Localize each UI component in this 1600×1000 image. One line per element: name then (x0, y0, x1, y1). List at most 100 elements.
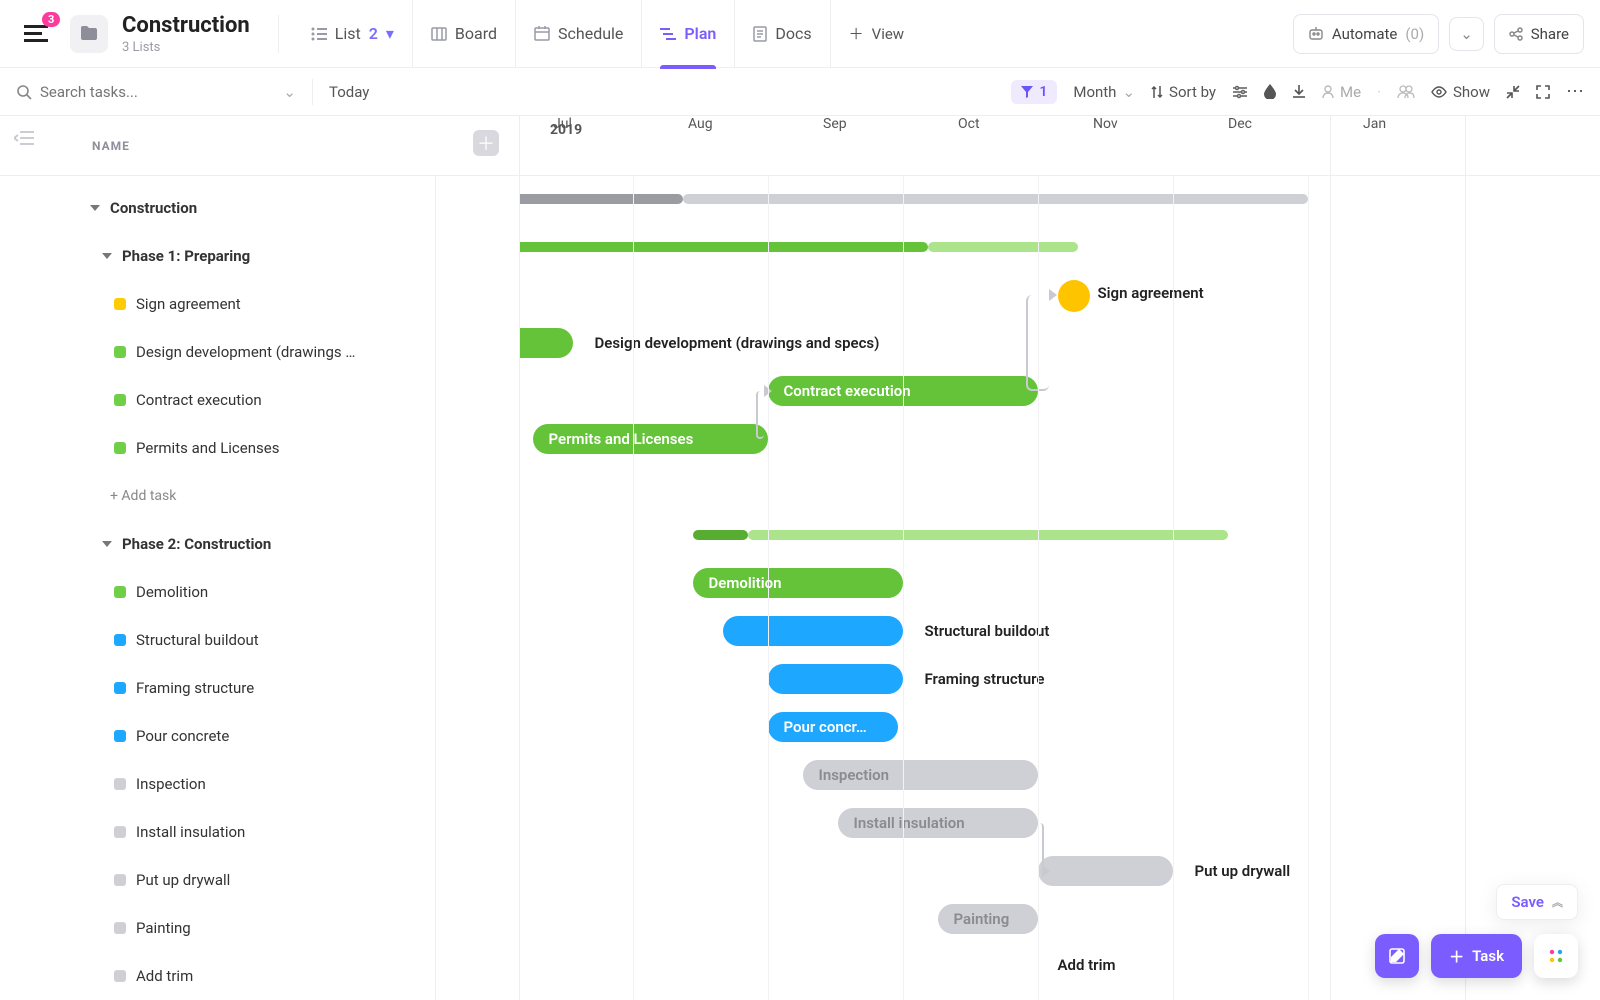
task-bar[interactable]: Painting (938, 904, 1038, 934)
plus-icon: ＋ (1449, 946, 1464, 967)
tab-label: Schedule (558, 24, 623, 43)
status-dot (114, 394, 126, 406)
dependency-line (756, 391, 764, 439)
show-button[interactable]: Show (1431, 83, 1490, 101)
add-column-button[interactable]: ＋ (473, 130, 499, 156)
task-name: Install insulation (136, 823, 245, 841)
sort-label: Sort by (1169, 83, 1216, 101)
task-bar[interactable]: Framing structure (768, 664, 903, 694)
automate-menu[interactable]: ⌄ (1449, 17, 1484, 51)
tab-board[interactable]: Board (413, 0, 516, 68)
task-bar[interactable]: Permits and Licenses (533, 424, 768, 454)
share-icon (1509, 27, 1523, 41)
bar-label: Install insulation (854, 814, 965, 832)
view-tabs: List 2 ▾ Board Schedule Plan Docs ＋ View (293, 0, 922, 68)
status-dot (114, 730, 126, 742)
color-icon[interactable] (1264, 84, 1276, 99)
status-dot (114, 778, 126, 790)
new-task-fab[interactable]: ＋ Task (1431, 934, 1522, 978)
tab-docs[interactable]: Docs (735, 0, 830, 68)
summary-bar[interactable] (520, 194, 683, 204)
summary-bar[interactable] (748, 530, 1228, 540)
task-bar[interactable]: Inspection (803, 760, 1038, 790)
save-pill[interactable]: Save ︽ (1496, 884, 1578, 920)
chevron-down-icon: ▾ (386, 24, 394, 43)
summary-bar[interactable] (520, 242, 928, 252)
search-input[interactable] (40, 83, 275, 101)
sort-button[interactable]: Sort by (1151, 83, 1216, 101)
assignees-icon[interactable] (1397, 85, 1415, 99)
month-label: Nov (1093, 116, 1118, 132)
bar-label[interactable]: Add trim (1058, 956, 1116, 974)
summary-bar[interactable] (693, 530, 748, 540)
month-label: Dec (1228, 116, 1252, 132)
caret-down-icon (102, 541, 112, 547)
workspace-name: Construction (122, 13, 250, 38)
tab-schedule[interactable]: Schedule (516, 0, 642, 68)
chevron-down-icon: ⌄ (1460, 25, 1473, 43)
status-dot (114, 970, 126, 982)
fullscreen-icon[interactable] (1536, 85, 1550, 99)
me-label: Me (1340, 83, 1361, 101)
collapse-panel-icon[interactable] (14, 130, 34, 146)
task-name: Permits and Licenses (136, 439, 279, 457)
share-button[interactable]: Share (1494, 14, 1584, 54)
column-name: NAME (92, 139, 130, 153)
task-bar[interactable]: Structural buildout (723, 616, 903, 646)
task-bar[interactable]: Design development (drawings and specs) (520, 328, 573, 358)
add-view-button[interactable]: ＋ View (831, 23, 922, 44)
doc-icon (753, 26, 767, 42)
folder-button[interactable] (70, 15, 108, 53)
tab-label: Docs (775, 24, 811, 43)
task-name: Demolition (136, 583, 208, 601)
more-icon[interactable]: ⋯ (1566, 81, 1584, 102)
person-icon (1322, 85, 1334, 99)
task-name: Sign agreement (136, 295, 241, 313)
task-bar[interactable]: Pour concr… (768, 712, 898, 742)
milestone[interactable]: Sign agreement (1058, 280, 1090, 312)
status-dot (114, 922, 126, 934)
zoom-select[interactable]: Month ⌄ (1073, 83, 1135, 101)
gantt-icon (660, 27, 676, 41)
menu-toggle[interactable]: 3 (16, 14, 56, 54)
task-name: Put up drywall (136, 871, 230, 889)
collapse-icon[interactable] (1506, 85, 1520, 99)
apps-fab[interactable] (1534, 934, 1578, 978)
task-name: Painting (136, 919, 191, 937)
workspace-title[interactable]: Construction 3 Lists (122, 13, 264, 55)
status-dot (114, 298, 126, 310)
folder-icon (80, 26, 98, 41)
chevron-down-icon[interactable]: ⌄ (283, 83, 296, 101)
summary-bar[interactable] (683, 194, 1308, 204)
task-bar[interactable]: Install insulation (838, 808, 1038, 838)
task-label: Task (1472, 947, 1504, 965)
download-icon[interactable] (1292, 84, 1306, 99)
task-bar[interactable]: Put up drywall (1038, 856, 1173, 886)
notepad-fab[interactable] (1375, 934, 1419, 978)
task-bar[interactable]: Demolition (693, 568, 903, 598)
caret-down-icon (90, 205, 100, 211)
month-label: Sep (823, 116, 847, 132)
tab-plan[interactable]: Plan (642, 0, 735, 68)
status-dot (114, 826, 126, 838)
filter-count: 1 (1039, 84, 1047, 100)
month-gridline (1308, 176, 1309, 1000)
automate-button[interactable]: Automate (0) (1293, 14, 1439, 54)
summary-bar[interactable] (928, 242, 1078, 252)
status-dot (114, 586, 126, 598)
task-name: Design development (drawings … (136, 343, 355, 361)
filter-chip[interactable]: 1 (1011, 80, 1057, 104)
tab-list[interactable]: List 2 ▾ (293, 0, 413, 68)
search-box[interactable]: ⌄ (16, 83, 296, 101)
task-name: Framing structure (136, 679, 254, 697)
status-dot (114, 346, 126, 358)
status-dot (114, 634, 126, 646)
settings-icon[interactable] (1232, 85, 1248, 99)
zoom-label: Month (1073, 83, 1116, 101)
today-button[interactable]: Today (329, 83, 369, 101)
gantt-timeline[interactable]: 2019JulAugSepOctNovDecJan Sign agreement… (520, 116, 1600, 1000)
bar-label: Framing structure (925, 670, 1045, 688)
me-filter[interactable]: Me (1322, 83, 1361, 101)
bar-label: Pour concr… (784, 718, 867, 736)
caret-down-icon (102, 253, 112, 259)
